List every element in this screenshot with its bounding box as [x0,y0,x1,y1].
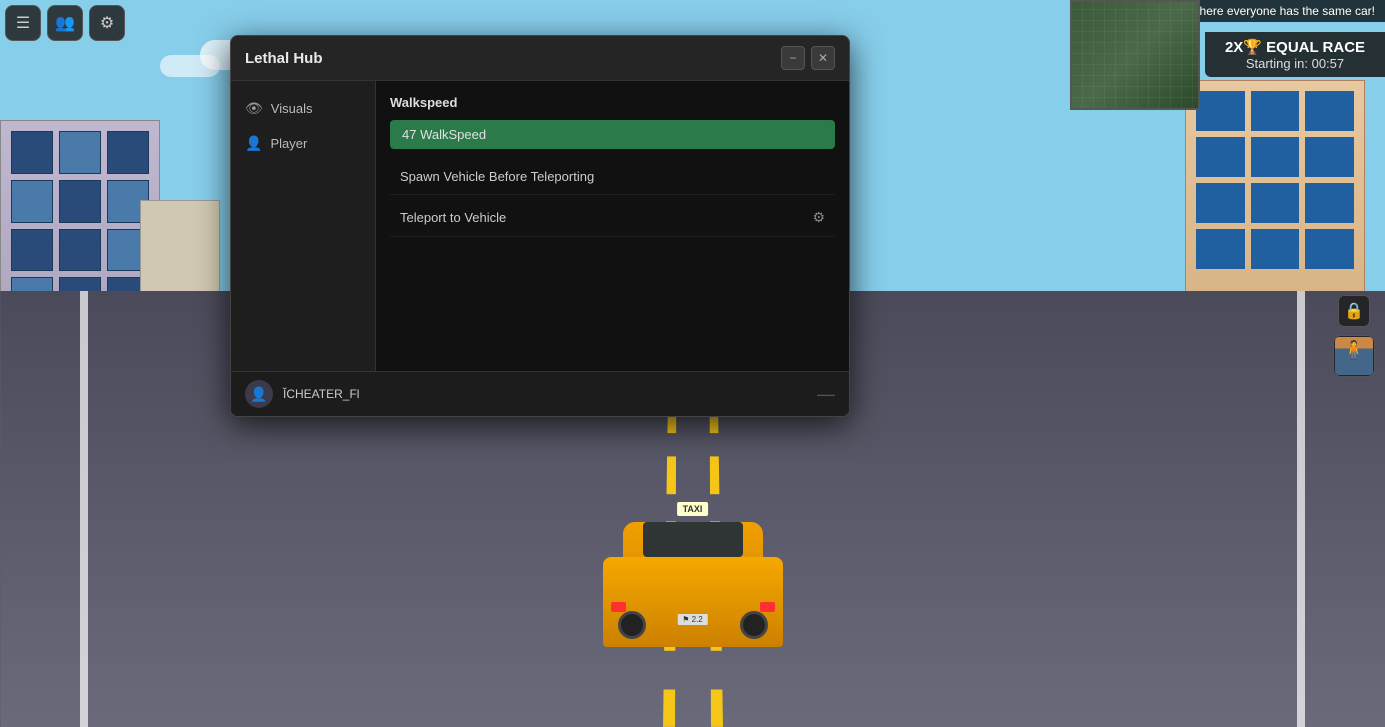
player-icon: 👤 [245,135,262,152]
race-info-box: 2X🏆 EQUAL RACE Starting in: 00:57 [1205,32,1385,77]
avatar-image: 🧍 [1335,337,1373,375]
modal-body: 👁 Visuals 👤 Player Walkspeed Spawn Vehic… [231,81,849,371]
window [1305,137,1354,177]
minimize-icon: − [789,51,796,65]
ui-top-left-buttons: ☰ 👥 ⚙ [5,5,125,41]
window [1251,137,1300,177]
window [1196,183,1245,223]
window [1196,91,1245,131]
window [11,180,53,223]
hud-bottom-right: 🔒 🧍 [1333,295,1375,377]
friends-icon: 👥 [55,13,75,33]
menu-button[interactable]: ☰ [5,5,41,41]
settings-icon: ⚙ [100,13,114,33]
race-title: 2X🏆 EQUAL RACE [1219,38,1371,56]
sidebar-label-player: Player [270,136,307,151]
window [1305,229,1354,269]
teleport-settings-icon: ⚙ [812,209,825,226]
footer-username: ĬCHEATER_Fl [283,387,359,401]
taxi-lights-left [611,602,626,612]
lock-icon: 🔒 [1344,301,1364,321]
road-edge-right [1297,291,1305,727]
walkspeed-label: Walkspeed [390,95,835,110]
teleport-vehicle-label: Teleport to Vehicle [400,210,506,225]
window [59,229,101,272]
minimize-button[interactable]: − [781,46,805,70]
building-right-windows [1196,91,1354,269]
avatar-button[interactable]: 🧍 [1333,335,1375,377]
modal-controls: − ✕ [781,46,835,70]
taxi-plate: ⚑ 2.2 [677,614,708,625]
window [1251,183,1300,223]
cloud-2 [160,55,220,77]
window [11,131,53,174]
footer-avatar-icon: 👤 [250,386,267,403]
modal-main-content: Walkspeed Spawn Vehicle Before Teleporti… [376,81,849,371]
close-icon: ✕ [818,51,828,65]
window [1251,229,1300,269]
spawn-vehicle-row[interactable]: Spawn Vehicle Before Teleporting [390,159,835,195]
menu-icon: ☰ [16,13,30,33]
modal-titlebar: Lethal Hub − ✕ [231,36,849,81]
modal-footer: 👤 ĬCHEATER_Fl — [231,371,849,416]
visuals-icon: 👁 [245,100,263,117]
window [59,131,101,174]
window [1251,91,1300,131]
window [1305,183,1354,223]
sidebar-item-visuals[interactable]: 👁 Visuals [231,91,375,126]
road-edge-left [80,291,88,727]
taxi-body: ⚑ 2.2 [603,557,783,647]
footer-avatar: 👤 [245,380,273,408]
lethal-hub-modal: Lethal Hub − ✕ 👁 Visuals 👤 Player [230,35,850,417]
close-button[interactable]: ✕ [811,46,835,70]
taxi-lights-right [760,602,775,612]
taxi-windshield [643,522,743,557]
taxi-wheel-left [618,611,646,639]
window [107,131,149,174]
window [11,229,53,272]
window [1196,229,1245,269]
modal-sidebar: 👁 Visuals 👤 Player [231,81,376,371]
spawn-vehicle-label: Spawn Vehicle Before Teleporting [400,169,594,184]
minimap [1070,0,1200,110]
walkspeed-input-wrapper [390,120,835,149]
window [1305,91,1354,131]
window [1196,137,1245,177]
friends-button[interactable]: 👥 [47,5,83,41]
taxi-car: TAXI ⚑ 2.2 [593,507,793,667]
teleport-vehicle-row[interactable]: Teleport to Vehicle ⚙ [390,199,835,237]
taxi-wheel-right [740,611,768,639]
taxi-sign: TAXI [677,502,709,516]
lock-button[interactable]: 🔒 [1338,295,1370,327]
walkspeed-input[interactable] [390,120,835,149]
sidebar-label-visuals: Visuals [271,101,313,116]
race-timer: Starting in: 00:57 [1219,56,1371,71]
modal-title: Lethal Hub [245,50,323,67]
settings-button[interactable]: ⚙ [89,5,125,41]
window [59,180,101,223]
minimap-inner [1072,2,1198,108]
footer-separator-line: — [817,384,835,405]
sidebar-item-player[interactable]: 👤 Player [231,126,375,161]
